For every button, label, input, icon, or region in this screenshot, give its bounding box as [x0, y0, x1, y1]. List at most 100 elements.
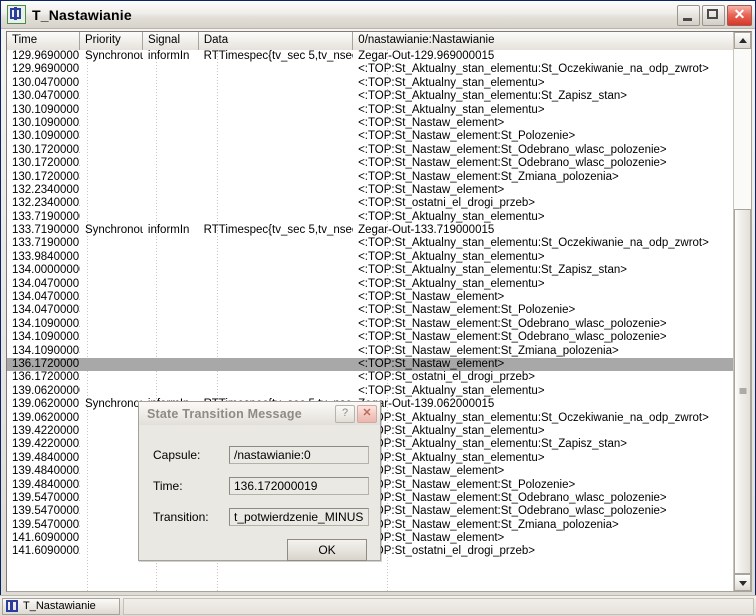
- cell-priority: [80, 278, 143, 291]
- close-button[interactable]: ✕: [727, 5, 752, 26]
- cell-time: 139.422000028: [12, 438, 80, 451]
- help-button[interactable]: ?: [335, 405, 355, 423]
- cell-priority: [80, 117, 143, 130]
- cell-priority: [80, 505, 143, 518]
- dialog-close-button[interactable]: ✕: [357, 405, 377, 423]
- cell-data: [199, 77, 353, 90]
- state-transition-message-dialog: State Transition Message ? ✕ Capsule: /n…: [138, 401, 381, 561]
- taskbar-empty-area: [123, 597, 754, 615]
- cell-data: [199, 104, 353, 117]
- table-row[interactable]: 130.047000028 <:TOP:St_Aktualny_stan_elem…: [7, 90, 734, 103]
- cell-event: Zegar-Out-139.062000015: [358, 398, 495, 411]
- column-header-signal[interactable]: Signal: [143, 32, 199, 50]
- cell-time: 139.547000028: [12, 505, 80, 518]
- cell-time: 139.062000009: [12, 384, 80, 397]
- table-row[interactable]: 134.109000036 <:TOP:St_Nastaw_element:St_…: [7, 345, 734, 358]
- scrollbar-track[interactable]: [734, 49, 751, 574]
- table-row[interactable]: 129.969000018 <:TOP:St_Aktualny_stan_elem…: [7, 63, 734, 76]
- time-value[interactable]: 136.172000019: [229, 477, 369, 495]
- column-header-data[interactable]: Data: [198, 32, 354, 50]
- cell-priority: [80, 104, 143, 117]
- table-row[interactable]: 129.969000015 Synchronous informIn RTTimesp…: [7, 50, 734, 63]
- cell-priority: [80, 184, 143, 197]
- minimize-button[interactable]: [677, 5, 700, 26]
- table-row[interactable]: 130.172000036 <:TOP:St_Nastaw_element:St_…: [7, 171, 734, 184]
- column-header-priority[interactable]: Priority: [80, 32, 144, 50]
- cell-priority: [80, 425, 143, 438]
- cell-time: 139.484000035: [12, 478, 80, 491]
- cell-time: 139.484000019: [12, 451, 80, 464]
- table-row[interactable]: 130.109000035 <:TOP:St_Nastaw_element:St_…: [7, 130, 734, 143]
- column-header-time[interactable]: Time: [7, 32, 80, 50]
- table-row[interactable]: 132.234000026 <:TOP:St_ostatni_el_drogi_p…: [7, 197, 734, 210]
- cell-time: 130.172000036: [12, 170, 80, 183]
- cell-data: [199, 264, 353, 277]
- window-titlebar: T_Nastawianie ✕: [1, 1, 755, 29]
- cell-event: <:TOP:St_Nastaw_element>: [358, 183, 505, 196]
- cell-priority: [80, 63, 143, 76]
- table-row[interactable]: 134.047000028 <:TOP:St_Nastaw_element>: [7, 291, 734, 304]
- table-row[interactable]: 136.172000026 <:TOP:St_ostatni_el_drogi_p…: [7, 371, 734, 384]
- scroll-down-button[interactable]: [734, 574, 751, 591]
- table-header-row: Time Priority Signal Data 0/nastawianie:Nast…: [7, 32, 734, 51]
- table-row[interactable]: 130.172000021 <:TOP:St_Nastaw_element:St_…: [7, 144, 734, 157]
- cell-event: <:TOP:St_ostatni_el_drogi_przeb>: [358, 545, 535, 558]
- cell-event: Zegar-Out-129.969000015: [358, 50, 495, 62]
- cell-priority: [80, 237, 143, 250]
- cell-data: RTTimespec{tv_sec 5,tv_nsec 0}: [203, 224, 354, 237]
- cell-time: 139.547000036: [12, 518, 80, 531]
- window-title: T_Nastawianie: [32, 6, 132, 23]
- table-row[interactable]: 133.984000019 <:TOP:St_Aktualny_stan_elem…: [7, 251, 734, 264]
- cell-time: 132.234000026: [12, 197, 80, 210]
- table-row[interactable]: 130.109000028 <:TOP:St_Nastaw_element>: [7, 117, 734, 130]
- table-row[interactable]: 136.172000019 <:TOP:St_Nastaw_element>: [7, 357, 734, 372]
- dialog-body: Capsule: /nastawianie:0 Time: 136.172000…: [139, 425, 380, 561]
- taskbar-item-t-nastawianie[interactable]: T_Nastawianie: [2, 597, 120, 615]
- table-row[interactable]: 132.234000019 <:TOP:St_Nastaw_element>: [7, 184, 734, 197]
- cell-data: [199, 130, 353, 143]
- cell-event: <:TOP:St_Aktualny_stan_elementu>: [358, 424, 545, 437]
- cell-time: 141.609000026: [12, 545, 80, 558]
- cell-event: <:TOP:St_Nastaw_element>: [358, 465, 505, 478]
- table-row[interactable]: 134.109000021 <:TOP:St_Nastaw_element:St_…: [7, 318, 734, 331]
- cell-priority: Synchronous: [84, 398, 143, 411]
- transition-label: Transition:: [153, 510, 209, 524]
- table-row[interactable]: 134.109000028 <:TOP:St_Nastaw_element:St_…: [7, 331, 734, 344]
- column-header-event[interactable]: 0/nastawianie:Nastawianie: [353, 32, 734, 50]
- cell-signal: [143, 184, 199, 197]
- cell-data: [199, 291, 353, 304]
- scrollbar-thumb[interactable]: [734, 209, 751, 574]
- cell-priority: [80, 77, 143, 90]
- cell-event: <:TOP:St_Nastaw_element>: [358, 116, 505, 129]
- table-row[interactable]: 130.172000028 <:TOP:St_Nastaw_element:St_…: [7, 157, 734, 170]
- cell-event: <:TOP:St_Nastaw_element>: [358, 291, 505, 304]
- cell-time: 133.719000015: [12, 224, 80, 237]
- cell-signal: [143, 130, 199, 143]
- cell-data: [199, 211, 353, 224]
- ok-button[interactable]: OK: [287, 539, 367, 561]
- cell-time: 139.062000015: [12, 398, 80, 411]
- chevron-down-icon: [738, 580, 747, 586]
- vertical-scrollbar[interactable]: [733, 32, 751, 591]
- cell-event: <:TOP:St_Aktualny_stan_elementu>: [358, 76, 545, 89]
- cell-priority: [80, 345, 143, 358]
- table-row[interactable]: 133.719000018 <:TOP:St_Aktualny_stan_elem…: [7, 237, 734, 250]
- table-row[interactable]: 134.047000035 <:TOP:St_Nastaw_element:St_…: [7, 304, 734, 317]
- table-row[interactable]: 139.062000009 <:TOP:St_Aktualny_stan_elem…: [7, 385, 734, 398]
- table-row[interactable]: 130.109000019 <:TOP:St_Aktualny_stan_elem…: [7, 104, 734, 117]
- cell-signal: informIn: [147, 50, 190, 62]
- cell-event: Zegar-Out-133.719000015: [358, 224, 495, 237]
- transition-value[interactable]: t_potwierdzenie_MINUS: [229, 508, 369, 526]
- cell-data: [199, 304, 353, 317]
- cell-signal: [143, 171, 199, 184]
- table-row[interactable]: 133.719000009 <:TOP:St_Aktualny_stan_elem…: [7, 211, 734, 224]
- table-row[interactable]: 133.719000015 Synchronous informIn RTTimesp…: [7, 224, 734, 237]
- table-row[interactable]: 130.047000019 <:TOP:St_Aktualny_stan_elem…: [7, 77, 734, 90]
- table-row[interactable]: 134.047000019 <:TOP:St_Aktualny_stan_elem…: [7, 278, 734, 291]
- table-row[interactable]: 134.000000008 <:TOP:St_Aktualny_stan_elem…: [7, 264, 734, 277]
- capsule-value[interactable]: /nastawianie:0: [229, 446, 369, 464]
- maximize-button[interactable]: [702, 5, 725, 26]
- cell-time: 133.984000019: [12, 250, 80, 263]
- scroll-up-button[interactable]: [734, 32, 751, 49]
- cell-time: 134.047000019: [12, 277, 80, 290]
